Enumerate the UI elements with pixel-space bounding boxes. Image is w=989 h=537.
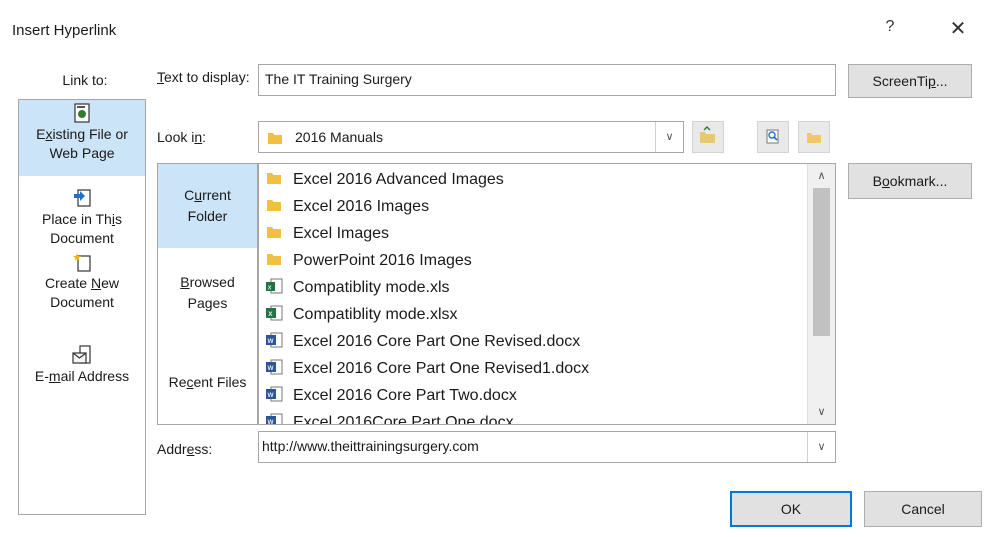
file-list-scrollbar[interactable]: ∧ ∨	[807, 164, 835, 424]
place-in-document-icon	[74, 189, 91, 207]
svg-text:w: w	[267, 417, 274, 425]
bookmark-button[interactable]: Bookmark...	[848, 163, 972, 199]
address-label: Address:	[157, 441, 213, 457]
up-folder-icon	[700, 126, 715, 143]
screentip-button[interactable]: ScreenTip...	[848, 64, 972, 98]
excel-file-icon: x	[266, 305, 283, 321]
text-to-display-label: Text to display:	[157, 69, 250, 85]
file-name: Excel 2016 Core Part One Revised1.docx	[293, 360, 590, 377]
word-file-icon: w	[266, 332, 283, 348]
file-list-item[interactable]: w Excel 2016 Core Part One Revised1.docx	[265, 355, 589, 382]
file-list-item[interactable]: w Excel 2016Core Part One.docx	[265, 409, 514, 425]
file-name: Excel 2016 Core Part One Revised.docx	[293, 333, 581, 350]
look-in-value: 2016 Manuals	[295, 129, 383, 145]
dialog-title: Insert Hyperlink	[12, 22, 117, 39]
file-name: Excel 2016 Images	[293, 198, 430, 215]
word-file-icon: w	[266, 413, 283, 425]
chevron-down-icon[interactable]: ∨	[807, 432, 835, 462]
file-list-item[interactable]: w Excel 2016 Core Part One Revised.docx	[265, 328, 580, 355]
file-list-item[interactable]: w Excel 2016 Core Part Two.docx	[265, 382, 517, 409]
browse-web-icon	[766, 129, 779, 144]
svg-text:w: w	[267, 336, 274, 345]
file-name: Excel 2016Core Part One.docx	[293, 414, 514, 425]
up-one-folder-button[interactable]	[692, 121, 724, 153]
link-to-existing-file[interactable]: Existing File or Web Page	[19, 100, 145, 176]
file-list-item[interactable]: x Compatiblity mode.xls	[265, 274, 450, 301]
address-value: http://www.theittrainingsurgery.com	[262, 438, 479, 454]
link-to-label-line2: Document	[50, 230, 114, 246]
link-to-place-in-document[interactable]: Place in This Document	[19, 188, 145, 248]
link-to-label-line1: Place in This	[42, 211, 122, 227]
word-file-icon: w	[266, 359, 283, 375]
folder-icon	[267, 254, 281, 265]
link-to-email-address[interactable]: E-mail Address	[19, 345, 145, 395]
cancel-button[interactable]: Cancel	[864, 491, 982, 527]
browse-strip: Current Folder Browsed Pages Recent File…	[157, 163, 258, 425]
link-to-label-line2: Web Page	[49, 145, 115, 161]
word-file-icon: w	[266, 386, 283, 402]
file-list-item[interactable]: Excel 2016 Advanced Images	[265, 166, 504, 193]
file-name: Compatiblity mode.xlsx	[293, 306, 458, 323]
chevron-down-icon[interactable]: ∨	[655, 122, 683, 152]
file-list-item[interactable]: PowerPoint 2016 Images	[265, 247, 472, 274]
file-list-item[interactable]: Excel 2016 Images	[265, 193, 429, 220]
file-name: Excel Images	[293, 225, 390, 242]
file-name: Excel 2016 Advanced Images	[293, 171, 504, 188]
current-folder-tab[interactable]: Current Folder	[158, 164, 257, 248]
ok-button[interactable]: OK	[730, 491, 852, 527]
file-name: PowerPoint 2016 Images	[293, 252, 472, 269]
svg-text:w: w	[267, 390, 274, 399]
close-button[interactable]: ✕	[946, 18, 970, 42]
file-list-item[interactable]: x Compatiblity mode.xlsx	[265, 301, 458, 328]
file-name: Compatiblity mode.xls	[293, 279, 450, 296]
folder-icon	[267, 173, 281, 184]
excel-file-icon: x	[266, 278, 283, 294]
folder-icon	[268, 133, 282, 144]
chevron-up-icon[interactable]: ∧	[808, 166, 835, 186]
svg-text:w: w	[267, 363, 274, 372]
link-to-label-line1: Existing File or	[36, 126, 128, 142]
link-to-panel: Existing File or Web Page Place in This …	[18, 99, 146, 515]
existing-file-icon	[74, 103, 90, 123]
folder-icon	[267, 200, 281, 211]
folder-icon	[267, 227, 281, 238]
link-to-label-line2: Document	[50, 294, 114, 310]
recent-files-tab[interactable]: Recent Files	[158, 338, 257, 424]
svg-text:x: x	[268, 309, 273, 318]
address-input[interactable]: http://www.theittrainingsurgery.com ∨	[258, 431, 836, 463]
browse-file-button[interactable]	[798, 121, 830, 153]
svg-text:x: x	[268, 284, 272, 292]
link-to-label: Link to:	[62, 72, 108, 88]
chevron-down-icon[interactable]: ∨	[808, 402, 835, 422]
file-list[interactable]: Excel 2016 Advanced Images Excel 2016 Ima…	[258, 163, 836, 425]
link-to-create-new-document[interactable]: Create New Document	[19, 252, 145, 314]
help-button[interactable]: ?	[880, 18, 900, 42]
link-to-label-line1: Create New	[45, 275, 119, 291]
link-to-label-line1: E-mail Address	[34, 368, 130, 384]
look-in-dropdown[interactable]: 2016 Manuals ∨	[258, 121, 684, 153]
file-list-item[interactable]: Excel Images	[265, 220, 389, 247]
create-new-document-icon	[73, 253, 91, 272]
open-folder-icon	[807, 133, 821, 143]
browse-web-button[interactable]	[757, 121, 789, 153]
text-to-display-input[interactable]: The IT Training Surgery	[258, 64, 836, 96]
scrollbar-thumb[interactable]	[813, 188, 830, 336]
file-name: Excel 2016 Core Part Two.docx	[293, 387, 517, 404]
look-in-label: Look in:	[157, 129, 207, 145]
email-address-icon	[72, 345, 91, 364]
browsed-pages-tab[interactable]: Browsed Pages	[158, 248, 257, 338]
